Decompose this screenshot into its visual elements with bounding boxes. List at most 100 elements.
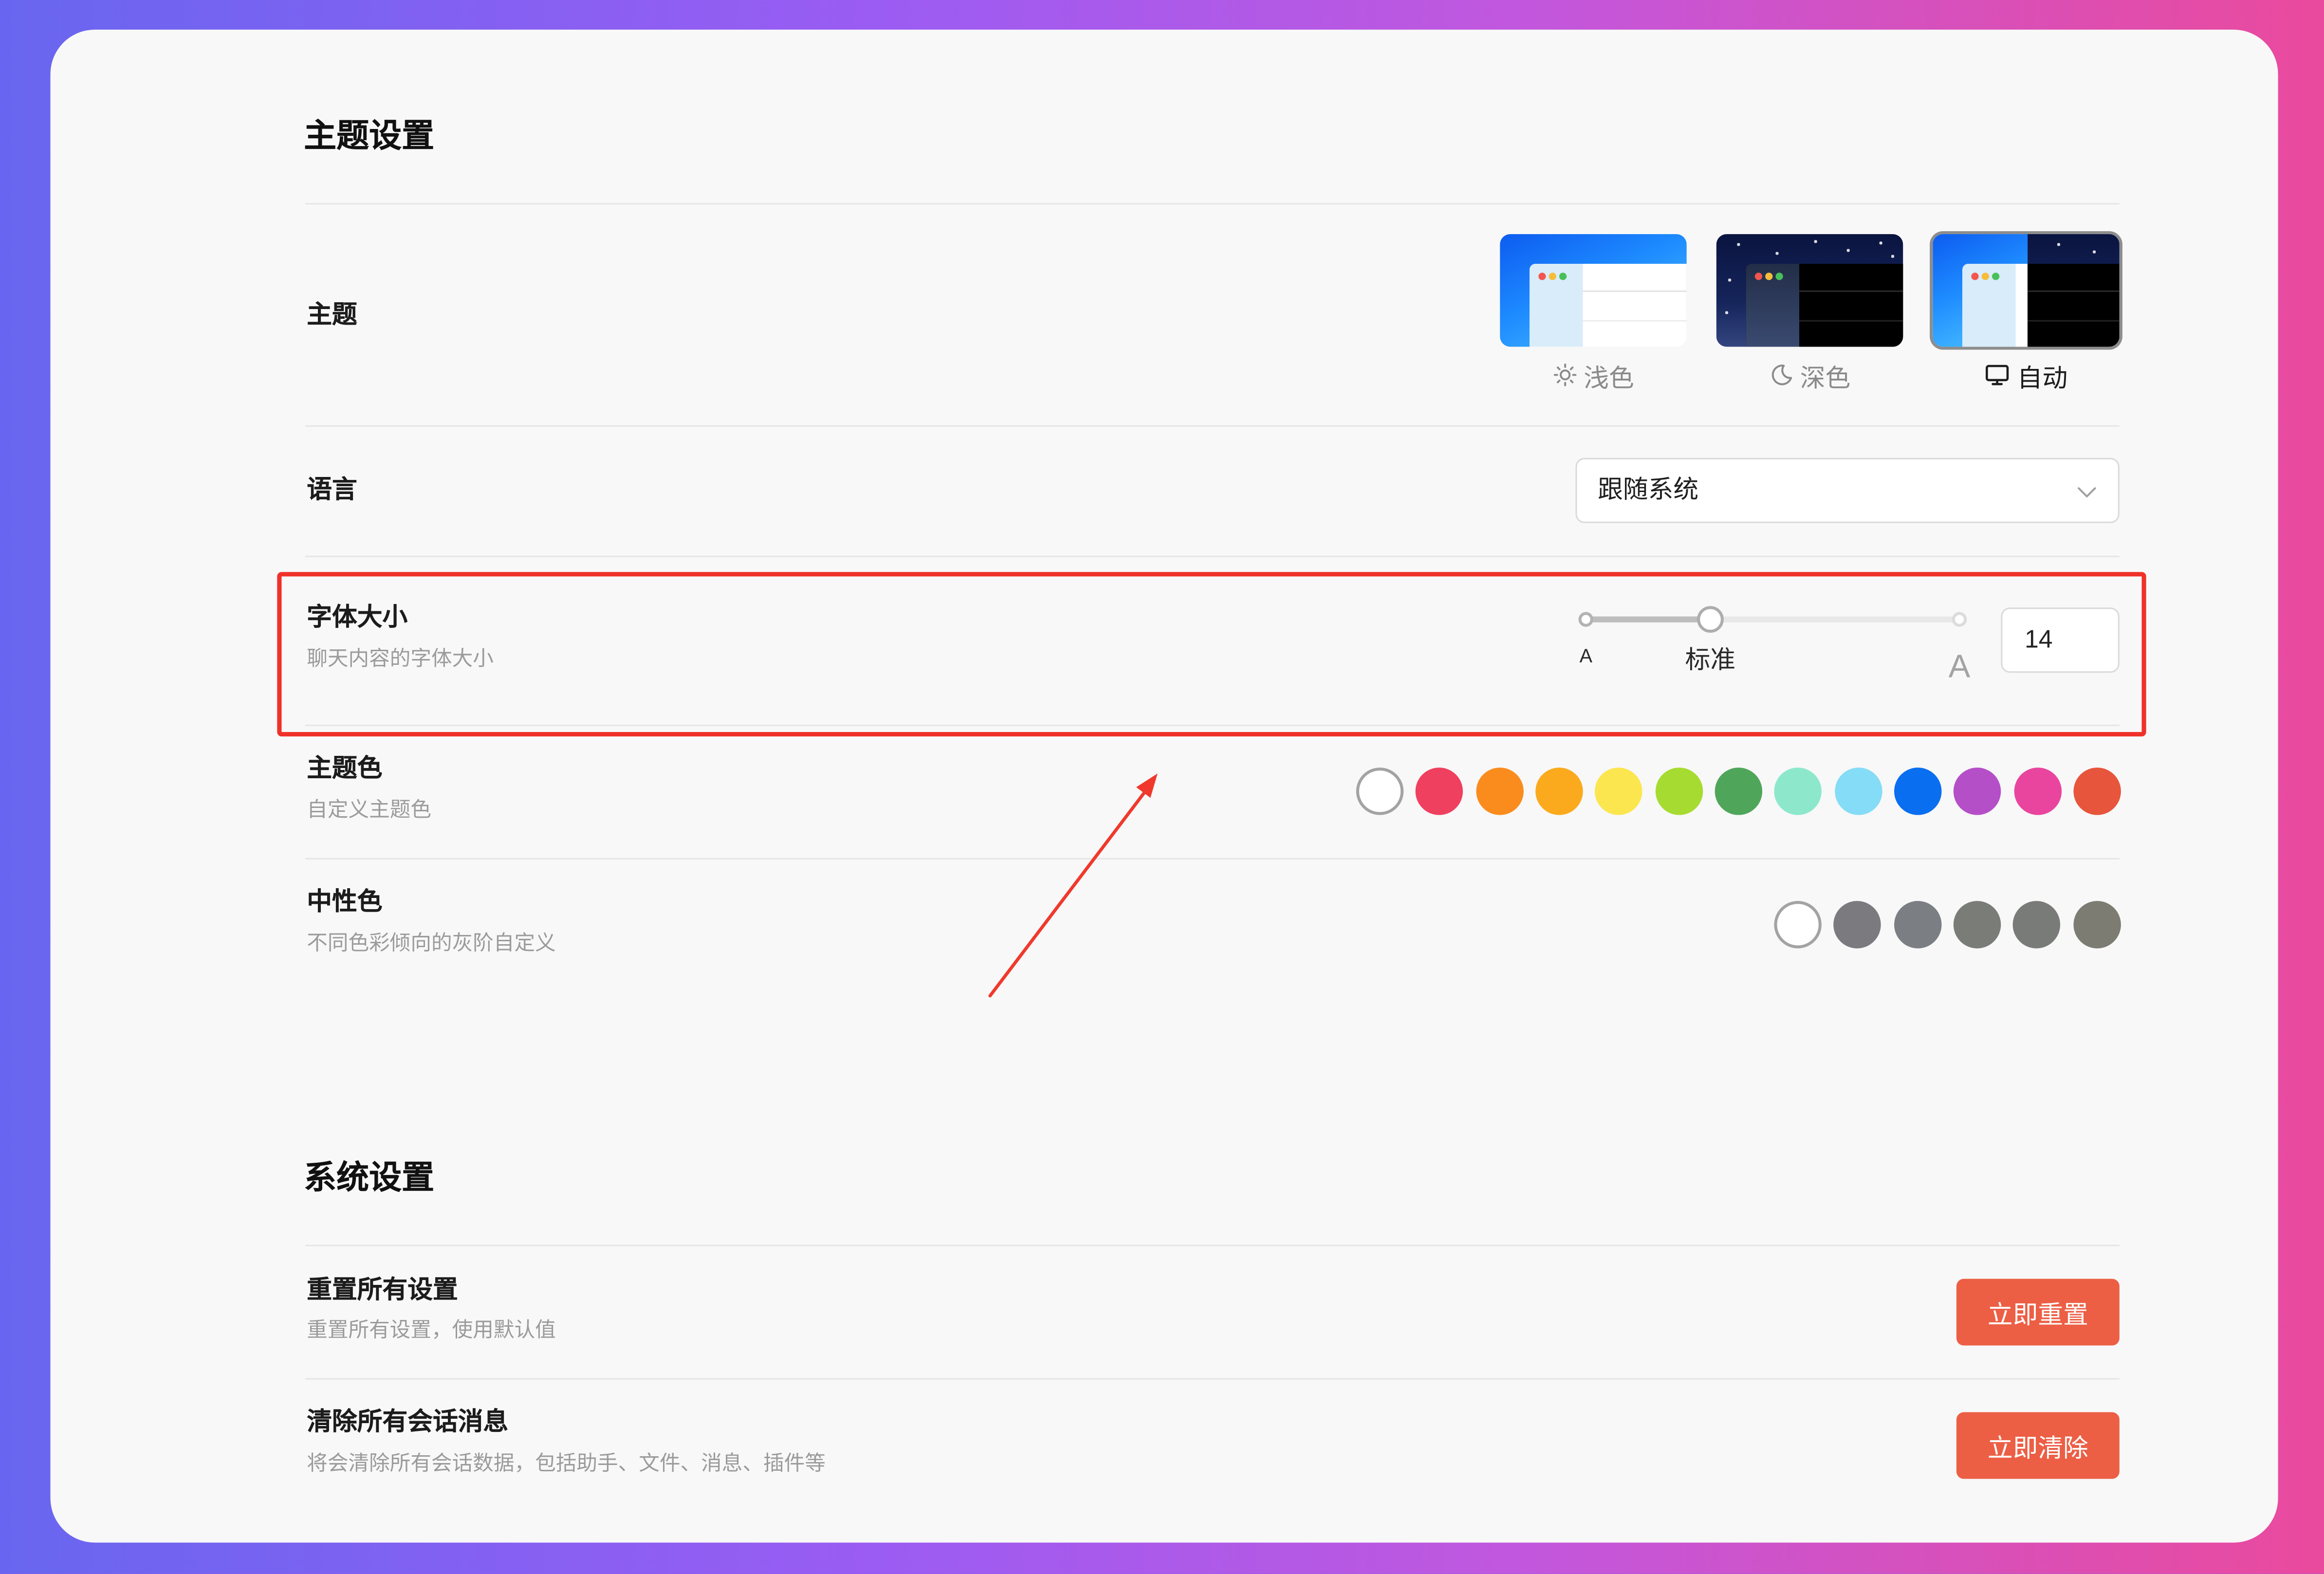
divider (305, 1378, 2120, 1380)
window-close-dot (1538, 273, 1546, 280)
slider-thumb[interactable] (1697, 606, 1724, 633)
font-size-description: 聊天内容的字体大小 (307, 646, 494, 670)
clear-messages-label: 清除所有会话消息 (307, 1408, 509, 1436)
preview-sidebar (1962, 263, 2016, 347)
slider-min-label: A (1579, 644, 1592, 667)
preview-pane (1583, 263, 1687, 347)
window-maximize-dot (1559, 273, 1567, 280)
moon-icon (1769, 363, 1793, 387)
neutral-color-swatch[interactable] (1894, 901, 1941, 949)
star (1814, 240, 1817, 242)
divider (305, 724, 2120, 726)
window-minimize-dot (1765, 273, 1773, 280)
neutral-color-label: 中性色 (307, 887, 383, 916)
window-minimize-dot (1549, 273, 1556, 280)
divider (305, 858, 2120, 860)
theme-color-swatch[interactable] (1894, 768, 1942, 815)
theme-option-light[interactable] (1500, 234, 1687, 347)
theme-color-swatch[interactable] (2073, 768, 2121, 815)
language-label: 语言 (307, 476, 357, 504)
window-close-dot (1754, 273, 1763, 280)
theme-option-dark-label[interactable]: 深色 (1716, 357, 1903, 393)
window-minimize-dot (1981, 273, 1989, 280)
language-select[interactable]: 跟随系统 (1575, 458, 2120, 523)
theme-option-auto[interactable] (1933, 234, 2120, 347)
theme-color-label: 主题色 (307, 754, 383, 783)
preview-sidebar (1530, 263, 1583, 347)
sun-icon (1552, 363, 1576, 387)
star (1775, 252, 1778, 255)
theme-color-swatches (1356, 768, 2121, 815)
preview-pane (2015, 263, 2120, 347)
star (1725, 311, 1728, 313)
slider-fill (1586, 616, 1711, 622)
monitor-icon (1985, 363, 2010, 387)
theme-color-swatch[interactable] (1356, 768, 1404, 815)
theme-color-swatch[interactable] (1416, 768, 1464, 815)
neutral-color-swatches (1774, 901, 2121, 949)
chevron-down-icon (2077, 482, 2098, 509)
font-size-input[interactable] (2001, 607, 2120, 673)
star (2057, 243, 2060, 245)
clear-messages-button[interactable]: 立即清除 (1956, 1412, 2120, 1479)
star (2093, 250, 2095, 253)
theme-color-swatch[interactable] (1655, 768, 1703, 815)
theme-label: 主题 (307, 301, 357, 329)
neutral-color-description: 不同色彩倾向的灰阶自定义 (307, 931, 556, 954)
theme-color-swatch[interactable] (2013, 768, 2061, 815)
theme-option-auto-label[interactable]: 自动 (1933, 357, 2120, 393)
highlight-box (277, 572, 2146, 737)
neutral-color-swatch[interactable] (2013, 901, 2061, 949)
theme-color-swatch[interactable] (1595, 768, 1643, 815)
preview-window (1746, 263, 1903, 347)
screen: 主题设置 主题 浅色 深色 自动 语言 跟随系统 字体大小 聊天内容的字体大小 … (0, 0, 2324, 1574)
theme-color-swatch[interactable] (1715, 768, 1762, 815)
theme-color-swatch[interactable] (1774, 768, 1822, 815)
theme-color-swatch[interactable] (1834, 768, 1882, 815)
preview-line (1583, 290, 1687, 292)
theme-color-swatch[interactable] (1476, 768, 1523, 815)
window-close-dot (1971, 273, 1979, 280)
font-size-label: 字体大小 (307, 603, 408, 632)
star (1737, 243, 1739, 245)
divider (305, 555, 2120, 557)
window-maximize-dot (1775, 273, 1783, 280)
preview-window (1530, 263, 1687, 347)
theme-option-name: 深色 (1800, 364, 1851, 392)
language-select-value: 跟随系统 (1598, 476, 1699, 504)
reset-settings-description: 重置所有设置，使用默认值 (307, 1317, 556, 1341)
theme-option-dark[interactable] (1716, 234, 1903, 347)
divider (305, 1245, 2120, 1246)
theme-option-name: 浅色 (1584, 364, 1634, 392)
preview-line (1583, 320, 1687, 322)
neutral-color-swatch[interactable] (1834, 901, 1881, 949)
clear-messages-description: 将会清除所有会话数据，包括助手、文件、消息、插件等 (307, 1450, 826, 1475)
divider (305, 425, 2120, 427)
preview-sidebar (1746, 263, 1800, 347)
preview-pane (1799, 263, 1903, 347)
slider-min-dot[interactable] (1578, 612, 1593, 627)
theme-section-title: 主题设置 (304, 117, 435, 154)
preview-line (1799, 290, 1903, 292)
reset-settings-label: 重置所有设置 (307, 1276, 458, 1304)
star (1728, 278, 1731, 281)
divider (305, 203, 2120, 205)
theme-option-light-label[interactable]: 浅色 (1500, 357, 1687, 393)
preview-line (2028, 320, 2120, 322)
system-section-title: 系统设置 (304, 1158, 435, 1196)
reset-settings-button[interactable]: 立即重置 (1956, 1279, 2120, 1346)
theme-color-description: 自定义主题色 (307, 797, 431, 821)
theme-color-swatch[interactable] (1535, 768, 1583, 815)
star (1891, 255, 1894, 257)
slider-max-dot[interactable] (1952, 612, 1967, 627)
theme-color-swatch[interactable] (1954, 768, 2002, 815)
window-maximize-dot (1992, 273, 2000, 280)
preview-window (1962, 263, 2120, 347)
neutral-color-swatch[interactable] (1953, 901, 2001, 949)
neutral-color-swatch[interactable] (2073, 901, 2121, 949)
neutral-color-swatch[interactable] (1774, 901, 1822, 949)
slider-max-label: A (1948, 647, 1971, 685)
star (1846, 249, 1849, 252)
slider-mid-label: 标准 (1685, 646, 1735, 675)
star (1879, 241, 1882, 244)
